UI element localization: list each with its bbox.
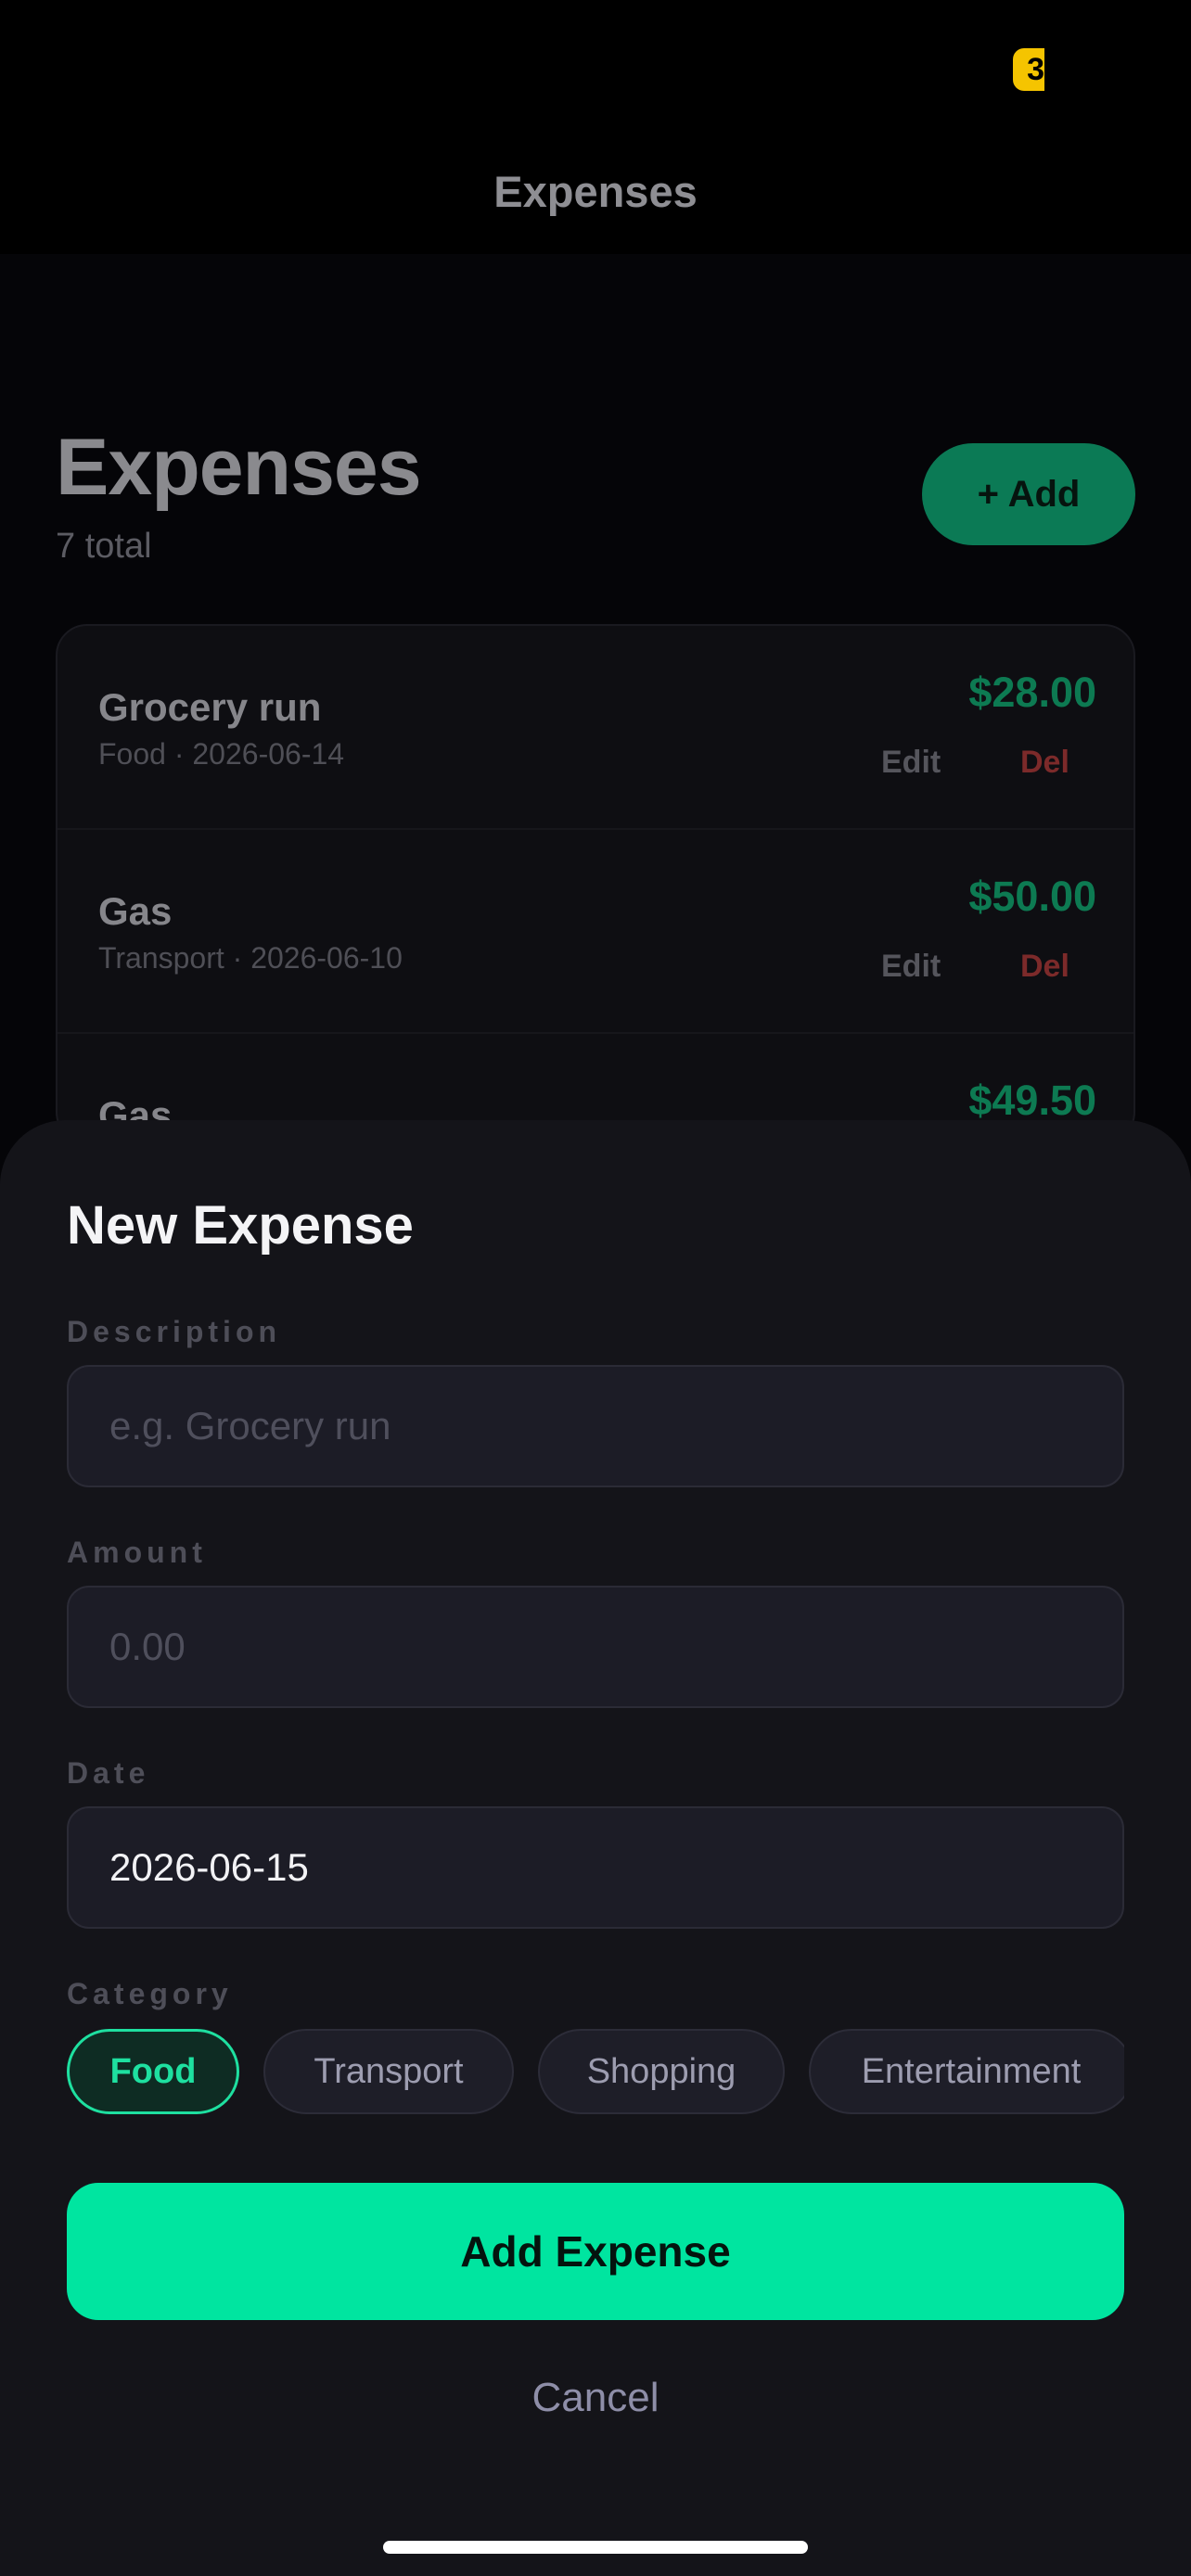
status-indicator-badge: 3 — [1013, 48, 1044, 91]
expense-meta: Food · 2026-06-14 — [98, 737, 345, 771]
navigation-bar: Expenses — [0, 130, 1191, 254]
expense-name: Grocery run — [98, 685, 322, 729]
expense-name: Gas — [98, 889, 173, 933]
new-expense-sheet: New Expense Description e.g. Grocery run… — [0, 1120, 1191, 2576]
expense-amount: $50.00 — [968, 873, 1096, 920]
amount-label: Amount — [67, 1536, 207, 1569]
nav-title: Expenses — [493, 167, 698, 216]
date-input[interactable]: 2026-06-15 — [67, 1806, 1124, 1929]
expense-amount: $28.00 — [968, 669, 1096, 716]
category-chip-transport[interactable]: Transport — [263, 2029, 514, 2114]
amount-input[interactable]: 0.00 — [67, 1586, 1124, 1708]
expense-count: 7 total — [56, 527, 152, 566]
expense-amount: $49.50 — [968, 1077, 1096, 1124]
category-chip-entertainment[interactable]: Entertainment — [809, 2029, 1124, 2114]
edit-button[interactable]: Edit — [881, 949, 941, 985]
category-chip-shopping[interactable]: Shopping — [538, 2029, 785, 2114]
delete-button[interactable]: Del — [1020, 949, 1069, 985]
add-expense-submit-button[interactable]: Add Expense — [67, 2183, 1124, 2320]
list-item[interactable]: Gas Transport · 2026-06-10 $50.00 Edit D… — [58, 830, 1133, 1034]
edit-button[interactable]: Edit — [881, 745, 941, 781]
delete-button[interactable]: Del — [1020, 745, 1069, 781]
category-chip-group: Food Transport Shopping Entertainment — [67, 2029, 1124, 2116]
app-screen: 3 Expenses Expenses 7 total + Add Grocer… — [0, 0, 1191, 2576]
status-bar: 3 — [0, 0, 1191, 130]
category-chip-food[interactable]: Food — [67, 2029, 239, 2114]
description-label: Description — [67, 1315, 282, 1348]
cancel-button[interactable]: Cancel — [0, 2361, 1191, 2435]
page-title: Expenses — [56, 423, 422, 512]
list-item[interactable]: Grocery run Food · 2026-06-14 $28.00 Edi… — [58, 626, 1133, 830]
home-indicator[interactable] — [383, 2541, 808, 2554]
category-label: Category — [67, 1977, 233, 2010]
expense-meta: Transport · 2026-06-10 — [98, 941, 403, 975]
description-input[interactable]: e.g. Grocery run — [67, 1365, 1124, 1487]
date-label: Date — [67, 1756, 150, 1790]
expense-list: Grocery run Food · 2026-06-14 $28.00 Edi… — [56, 624, 1135, 1143]
sheet-title: New Expense — [67, 1195, 414, 1256]
add-expense-button[interactable]: + Add — [922, 443, 1135, 545]
